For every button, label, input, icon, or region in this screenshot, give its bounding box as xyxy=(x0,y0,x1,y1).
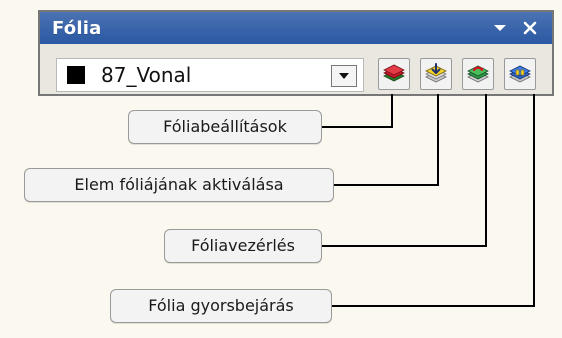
close-icon xyxy=(523,21,537,35)
panel-close-button[interactable] xyxy=(518,16,542,40)
connector-1 xyxy=(321,94,393,128)
layers-red-icon xyxy=(383,64,405,82)
panel-menu-button[interactable] xyxy=(488,16,512,40)
layer-select-dropdown-button[interactable] xyxy=(331,65,357,87)
chevron-down-icon xyxy=(339,73,349,79)
tool-buttons xyxy=(378,58,536,90)
layer-panel: Fólia 87_Vonal xyxy=(38,10,554,96)
layer-color-swatch xyxy=(67,66,85,84)
layer-quick-browse-button[interactable] xyxy=(504,58,536,90)
callout-layer-quick-browse: Fólia gyorsbejárás xyxy=(110,289,332,323)
panel-title: Fólia xyxy=(52,17,102,39)
panel-titlebar[interactable]: Fólia xyxy=(40,12,552,44)
panel-content: 87_Vonal xyxy=(40,44,552,94)
layer-select-value: 87_Vonal xyxy=(101,63,192,87)
activate-element-layer-button[interactable] xyxy=(420,58,452,90)
callout-layer-control: Fóliavezérlés xyxy=(164,229,322,263)
callout-activate-element-layer: Elem fóliájának aktiválása xyxy=(24,168,334,202)
layers-blue-browse-icon xyxy=(509,65,531,83)
layer-control-button[interactable] xyxy=(462,58,494,90)
layers-green-control-icon xyxy=(467,65,489,83)
connector-3 xyxy=(321,94,487,247)
connector-4 xyxy=(331,94,535,307)
layer-select[interactable]: 87_Vonal xyxy=(56,58,364,92)
layer-settings-button[interactable] xyxy=(378,58,410,90)
connector-2 xyxy=(333,94,439,186)
layers-yellow-activate-icon xyxy=(425,63,447,83)
callout-layer-settings: Fóliabeállítások xyxy=(128,110,322,144)
chevron-down-icon xyxy=(494,25,506,31)
